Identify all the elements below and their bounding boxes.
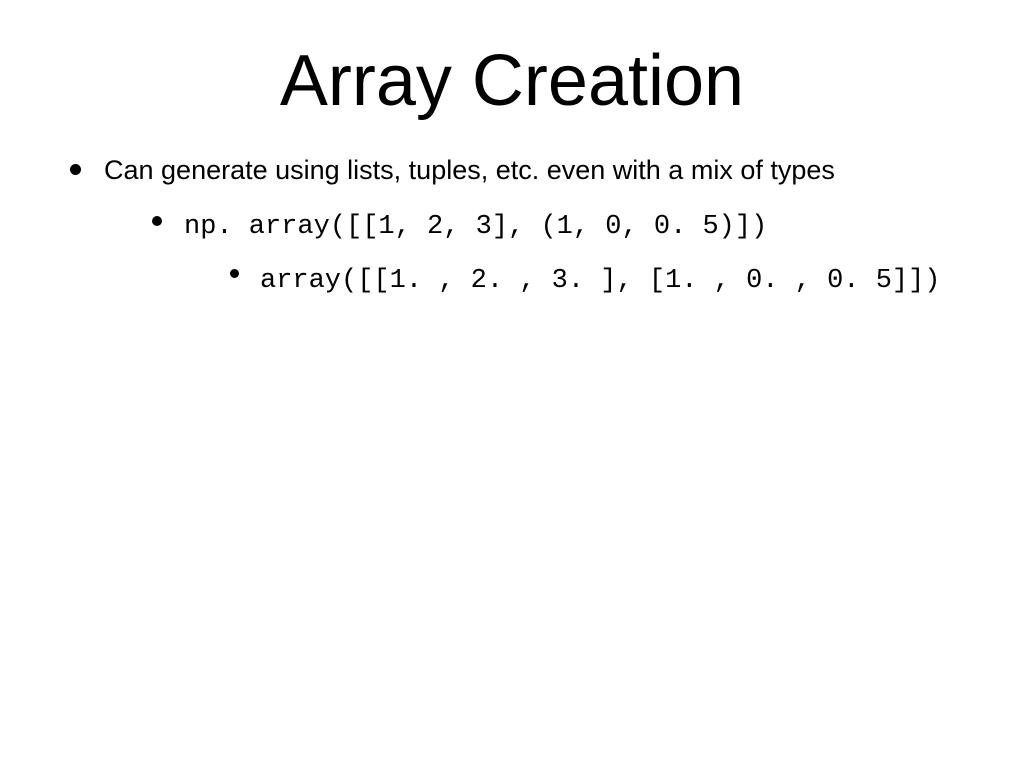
list-item: np. array([[1, 2, 3], (1, 0, 0. 5)]) arr… bbox=[144, 206, 964, 299]
bullet-list: np. array([[1, 2, 3], (1, 0, 0. 5)]) arr… bbox=[144, 206, 964, 299]
slide-title: Array Creation bbox=[0, 0, 1024, 122]
bullet-text: Can generate using lists, tuples, etc. e… bbox=[104, 155, 835, 185]
bullet-list: array([[1. , 2. , 3. ], [1. , 0. , 0. 5]… bbox=[224, 260, 964, 299]
list-item: array([[1. , 2. , 3. ], [1. , 0. , 0. 5]… bbox=[224, 260, 964, 299]
list-item: Can generate using lists, tuples, etc. e… bbox=[60, 152, 964, 299]
code-text: array([[1. , 2. , 3. ], [1. , 0. , 0. 5]… bbox=[260, 266, 941, 296]
code-text: np. array([[1, 2, 3], (1, 0, 0. 5)]) bbox=[184, 212, 767, 242]
bullet-list: Can generate using lists, tuples, etc. e… bbox=[60, 152, 964, 299]
slide: Array Creation Can generate using lists,… bbox=[0, 0, 1024, 768]
slide-body: Can generate using lists, tuples, etc. e… bbox=[0, 122, 1024, 299]
